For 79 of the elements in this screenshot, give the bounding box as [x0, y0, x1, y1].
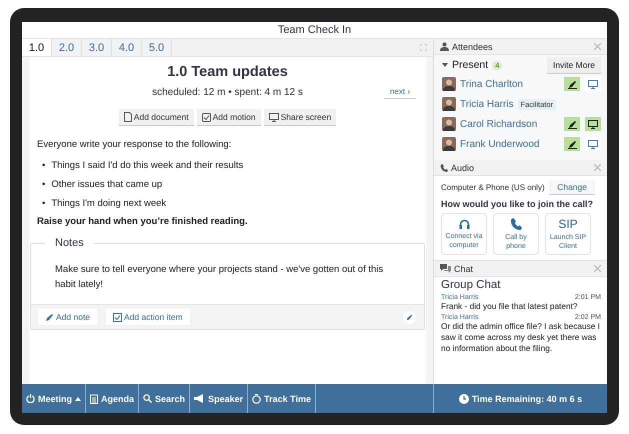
list-item: Things I'm doing next week — [51, 197, 166, 211]
agenda-tab[interactable]: 1.0 — [22, 39, 52, 56]
chat-heading: Group Chat — [441, 279, 502, 291]
avatar-icon — [442, 97, 456, 111]
speaker-button[interactable]: Speaker — [190, 384, 248, 413]
monitor-icon — [588, 80, 598, 88]
motion-button[interactable]: Add motion — [196, 109, 261, 126]
search-button[interactable]: Search — [139, 384, 190, 413]
person-icon — [440, 42, 449, 51]
agenda-tab[interactable]: 5.0 — [142, 39, 172, 56]
pencil-icon — [568, 140, 576, 148]
chat-icon — [440, 264, 451, 273]
avatar-icon — [442, 137, 456, 151]
caret-icon — [75, 396, 82, 400]
attendee-name[interactable]: Trina Charlton — [460, 78, 523, 90]
bullet-mark: • — [42, 178, 46, 192]
avatar-icon — [442, 77, 456, 91]
pencil-icon — [406, 314, 413, 320]
bullet-mark: • — [42, 197, 46, 211]
phone-icon — [440, 164, 448, 172]
closing-text: Raise your hand when you’re finished reading. — [37, 216, 249, 227]
change-button[interactable]: Change — [549, 180, 595, 195]
group-label: Present — [452, 59, 488, 71]
bullet-mark: • — [42, 159, 46, 173]
message-text: Frank - did you file that latest patent? — [441, 301, 579, 312]
join-question: How would you like to join the call? — [441, 199, 594, 209]
megaphone-icon — [194, 394, 206, 403]
monitor-icon — [268, 112, 279, 122]
item-timing: scheduled: 12 m • spent: 4 m 12 s — [152, 86, 303, 98]
screen-toggle[interactable] — [585, 77, 601, 91]
attendee-name[interactable]: Frank Underwood — [460, 138, 540, 150]
attendee-name[interactable]: Tricia Harris — [460, 98, 514, 110]
edit-toggle[interactable] — [564, 137, 580, 151]
invite-button[interactable]: Invite More — [546, 56, 601, 74]
checkbox-icon — [113, 312, 122, 322]
headphones-icon — [458, 218, 470, 228]
screen-toggle[interactable] — [585, 137, 601, 151]
phone-icon — [510, 218, 522, 230]
audio-mode: Computer & Phone (US only) — [441, 183, 545, 192]
monitor-icon — [588, 140, 598, 148]
screen-button[interactable]: Share screen — [264, 109, 336, 126]
checkbox-icon — [202, 112, 211, 122]
avatar-icon — [442, 117, 456, 131]
pencil-icon — [45, 312, 54, 322]
agenda-tab[interactable]: 3.0 — [82, 39, 112, 56]
panel-title: Audio — [451, 162, 474, 172]
notes-title: Notes — [45, 237, 94, 249]
caret-icon[interactable] — [442, 63, 448, 67]
edit-button[interactable] — [403, 310, 416, 324]
panel-title: Chat — [454, 264, 474, 274]
instructions-text: Everyone write your response to the following: — [37, 139, 232, 150]
list-item: Other issues that came up — [51, 178, 162, 192]
document-icon — [124, 112, 132, 122]
attendee-name[interactable]: Carol Richardson — [460, 118, 538, 130]
agenda-tab[interactable]: 2.0 — [52, 39, 82, 56]
notes-text: Make sure to tell everyone where your projects stand - we've gotten out of this habit lately! — [55, 263, 384, 292]
item-title: 1.0 Team updates — [166, 63, 289, 81]
add-note-button[interactable]: Add note — [38, 309, 98, 325]
pencil-icon — [568, 80, 576, 88]
edit-toggle[interactable] — [564, 117, 580, 131]
timer-button[interactable]: Track Time — [248, 384, 316, 413]
document-button[interactable]: Add document — [118, 109, 194, 126]
agenda-tab[interactable]: 4.0 — [112, 39, 142, 56]
list-item: Things I said I'd do this week and their results — [51, 159, 244, 173]
edit-toggle[interactable] — [564, 77, 580, 91]
power-icon — [26, 394, 35, 403]
time-remaining: Time Remaining: 40 m 6 s — [472, 394, 582, 404]
add-action-item-button[interactable]: Add action item — [106, 309, 190, 325]
monitor-icon — [588, 120, 598, 128]
screen-toggle[interactable] — [585, 117, 601, 131]
search-icon — [143, 394, 152, 403]
agenda-button[interactable]: Agenda — [86, 384, 140, 413]
clipboard-icon — [90, 394, 98, 404]
stopwatch-icon — [252, 394, 262, 404]
message-text: Or did the admin office file? I ask because I saw it come across my desk yet there was no information about the filing. — [441, 321, 601, 354]
meeting-button[interactable]: Meeting — [22, 384, 86, 413]
panel-title: Attendees — [452, 42, 493, 52]
clock-icon — [458, 394, 469, 404]
pencil-icon — [568, 120, 576, 128]
